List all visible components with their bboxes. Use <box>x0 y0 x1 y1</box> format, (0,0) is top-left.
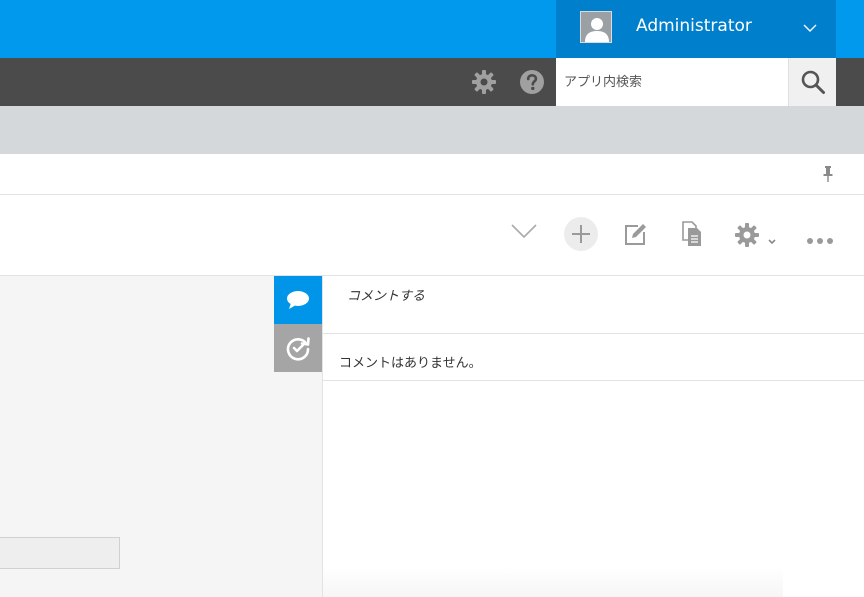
edit-icon[interactable] <box>622 221 648 251</box>
gear-icon[interactable] <box>471 69 497 99</box>
chevron-down-icon[interactable] <box>510 222 538 244</box>
tab-comments[interactable] <box>274 276 322 324</box>
tab-history[interactable] <box>274 324 322 372</box>
user-avatar-icon <box>580 11 612 43</box>
pin-icon[interactable] <box>822 166 834 186</box>
chevron-down-icon[interactable] <box>803 18 817 37</box>
record-title-bar <box>0 154 864 195</box>
history-icon <box>286 337 310 361</box>
empty-comments-message: コメントはありません。 <box>323 334 864 381</box>
search-icon <box>801 70 825 94</box>
help-icon[interactable] <box>519 69 545 99</box>
copy-document-icon[interactable] <box>680 221 704 251</box>
empty-comments-text: コメントはありません。 <box>339 356 482 371</box>
app-search-input[interactable] <box>556 58 788 106</box>
gear-icon[interactable] <box>734 222 760 252</box>
add-record-button[interactable] <box>564 217 598 251</box>
top-header: Administrator <box>0 0 864 58</box>
user-menu[interactable]: Administrator <box>556 0 836 58</box>
plus-icon <box>572 225 590 243</box>
search-button[interactable] <box>788 58 836 106</box>
more-icon[interactable] <box>806 230 834 249</box>
record-toolbar <box>0 195 864 276</box>
record-field[interactable] <box>0 537 120 569</box>
user-name: Administrator <box>636 16 752 36</box>
breadcrumb-bar <box>0 106 864 154</box>
comment-compose[interactable]: コメントする <box>323 276 864 334</box>
comment-icon <box>287 291 309 309</box>
compose-comment-label: コメントする <box>347 289 426 304</box>
app-toolbar-bar <box>0 58 864 106</box>
chevron-down-icon[interactable] <box>767 231 777 250</box>
comments-pane: コメントする コメントはありません。 <box>322 276 864 597</box>
bottom-shadow <box>323 567 783 597</box>
